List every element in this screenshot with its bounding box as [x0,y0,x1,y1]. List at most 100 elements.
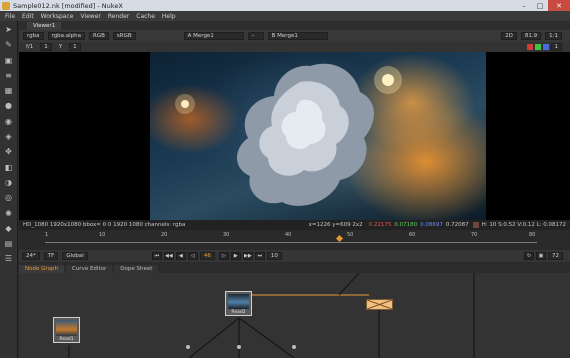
colorspace-dropdown[interactable]: RGB [89,32,109,40]
layers-icon[interactable]: ≡ [3,70,14,81]
first-frame-icon[interactable]: ⏮ [151,252,162,260]
menu-workspace[interactable]: Workspace [41,13,74,20]
node-graph[interactable]: Read1 Read2 [19,273,570,358]
sample-swatch [472,222,479,228]
transport-controls: 24* TF Global ⏮ ◀◀ ◀ ◁ 46 ▷ ▶ ▶▶ ⏭ 10 ↻ … [19,250,570,262]
last-frame-icon[interactable]: ⏭ [254,252,265,260]
timeline-tick: 40 [285,232,292,238]
3d-icon[interactable]: ◧ [3,162,14,173]
read2-node[interactable]: Read2 [225,291,252,316]
panel-tab-bar: Node Graph Curve Editor Dope Sheet [19,264,570,273]
format-info: HD_1080 1920x1080 bbox= 0 0 1920 1080 ch… [23,222,186,228]
alpha-value: 0.72087 [445,222,469,228]
menu-edit[interactable]: Edit [22,13,34,20]
smoke-cloud-image [175,63,402,206]
channels-dropdown[interactable]: rgba [23,32,44,40]
window-title: Sample012.nk [modified] - NukeX [13,1,123,10]
pointer-icon[interactable]: ➤ [3,24,14,35]
green-channel-icon[interactable] [534,44,541,50]
cursor-coords: x=1226 y=609 2x2 [308,222,363,228]
menu-viewer[interactable]: Viewer [80,13,100,20]
gain-field[interactable]: 1 [40,43,52,51]
range-dropdown[interactable]: Global [62,252,88,260]
metadata-icon[interactable]: ◎ [3,192,14,203]
step-back-icon[interactable]: ◁ [187,252,198,260]
viewer-toggle-row: 1 [526,43,567,51]
maximize-button[interactable]: □ [532,0,548,11]
wipe-dropdown[interactable]: – [247,32,264,40]
range-lock-icon[interactable]: ▣ [536,252,546,260]
time-mode-dropdown[interactable]: TF [43,252,59,260]
play-back-icon[interactable]: ◀ [175,252,186,260]
filter-icon[interactable]: ◉ [3,116,14,127]
input-a-dropdown[interactable]: A Merge1 [183,32,244,40]
lut-dropdown[interactable]: sRGB [112,32,136,40]
blue-channel-icon[interactable] [542,44,549,50]
menu-bar: File Edit Workspace Viewer Render Cache … [0,11,570,21]
dot-node[interactable] [292,345,296,349]
gizmo-icon[interactable]: ☰ [3,253,14,264]
title-bar: Sample012.nk [modified] - NukeX – □ ✕ [0,0,570,11]
end-frame-field[interactable]: 72 [548,252,563,260]
zoom-ratio-dropdown[interactable]: 1:1 [545,32,562,40]
playhead-marker[interactable] [335,234,344,243]
views-icon[interactable]: ◑ [3,177,14,188]
nuke-app-icon [2,1,10,10]
menu-help[interactable]: Help [162,13,176,20]
minimize-button[interactable]: – [516,0,532,11]
dot-node[interactable] [237,345,241,349]
menu-cache[interactable]: Cache [136,13,155,20]
merge1-node[interactable] [366,299,393,310]
gamma-field[interactable]: 1 [69,43,81,51]
view-dropdown[interactable]: 2D [501,32,517,40]
viewer-canvas[interactable] [19,52,570,220]
loop-icon[interactable]: ↻ [524,252,534,260]
node-icon[interactable]: ✎ [3,39,14,50]
play-icon[interactable]: ▶ [230,252,241,260]
menu-render[interactable]: Render [108,13,129,20]
hsv-values: H: 10 S:0.52 V:0.12 L: 0.08172 [481,222,566,228]
frame-field[interactable]: 1 [550,43,562,51]
particles-icon[interactable]: ✺ [3,208,14,219]
tab-node-graph[interactable]: Node Graph [19,265,64,273]
viewer-controls: rgba rgba.alpha RGB sRGB A Merge1 – B Me… [19,30,570,42]
current-frame-field[interactable]: 46 [199,252,215,260]
timeline-tick: 70 [471,232,478,238]
image-icon[interactable]: ▣ [3,55,14,66]
zoom-field[interactable]: 81.9 [520,32,542,40]
prev-key-icon[interactable]: ◀◀ [163,252,174,260]
timeline[interactable]: 1 10 20 30 40 50 60 70 80 [19,230,570,250]
node-thumbnail [228,294,249,309]
blue-value: 0.08697 [420,222,443,228]
tab-curve-editor[interactable]: Curve Editor [65,265,113,273]
tab-viewer1[interactable]: Viewer1 [27,22,62,30]
dot-node[interactable] [186,345,190,349]
gain-label: f/1 [26,44,34,50]
fps-field[interactable]: 24* [22,252,40,260]
deep-icon[interactable]: ◆ [3,223,14,234]
node-label: Read2 [231,310,246,315]
channel-icon[interactable]: ▦ [3,85,14,96]
red-channel-icon[interactable] [526,44,533,50]
other-icon[interactable]: ▤ [3,238,14,249]
read1-node[interactable]: Read1 [53,317,80,343]
node-label: Read1 [59,337,74,342]
viewer-tab-bar: Viewer1 [19,21,570,30]
menu-file[interactable]: File [5,13,15,20]
transform-icon[interactable]: ✥ [3,146,14,157]
step-field[interactable]: 10 [266,252,282,260]
alpha-dropdown[interactable]: rgba.alpha [47,32,86,40]
timeline-tick: 80 [529,232,536,238]
tab-dope-sheet[interactable]: Dope Sheet [114,265,159,273]
gamma-label: Y [58,44,63,50]
step-forward-icon[interactable]: ▷ [218,252,229,260]
input-b-dropdown[interactable]: B Merge1 [267,32,328,40]
close-button[interactable]: ✕ [548,0,570,11]
red-value: 0.22175 [368,222,392,228]
next-key-icon[interactable]: ▶▶ [242,252,253,260]
merge-icon[interactable]: ◈ [3,131,14,142]
timeline-tick: 1 [45,232,49,238]
color-icon[interactable]: ● [3,100,14,111]
transport-right: ↻ ▣ 72 [524,252,567,260]
